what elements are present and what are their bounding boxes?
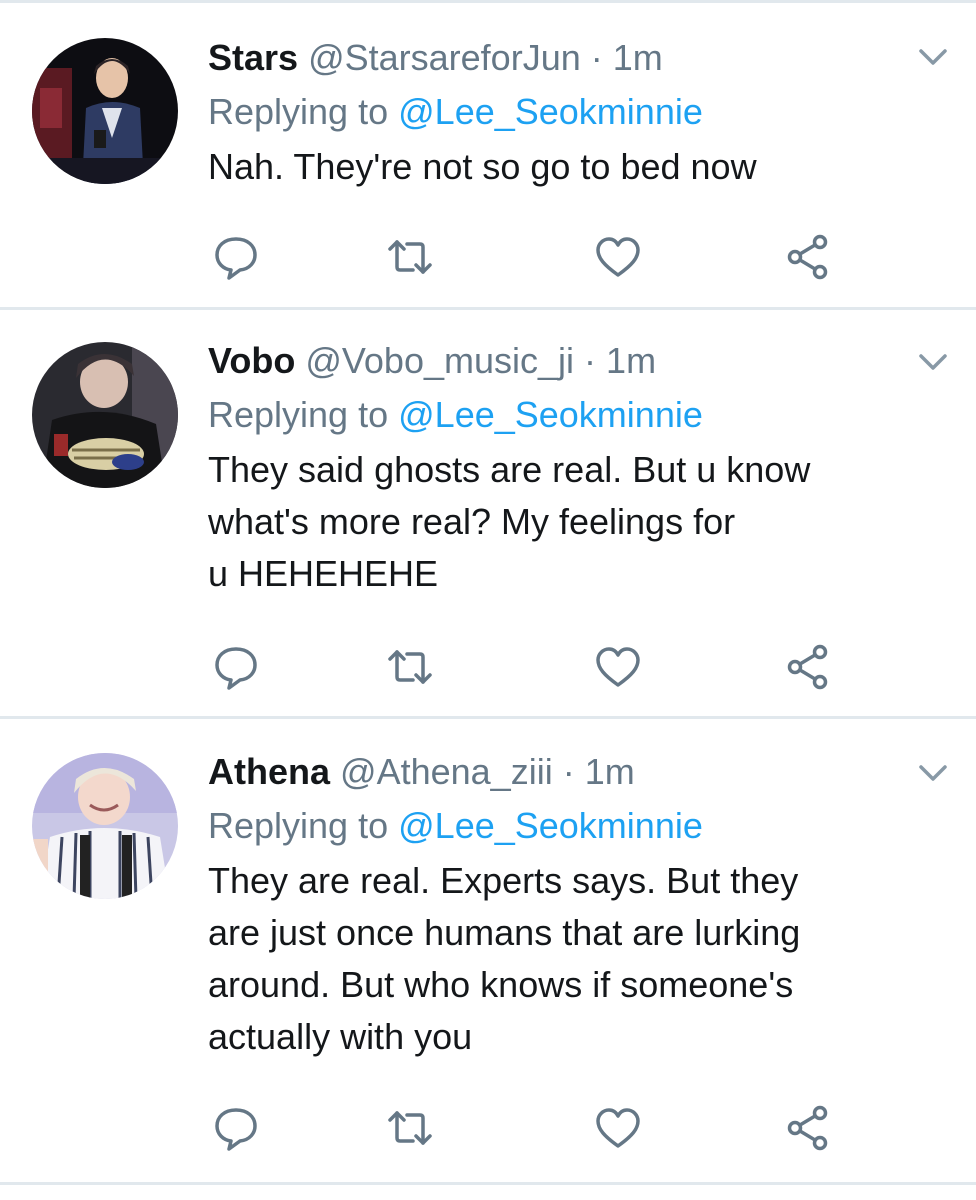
replying-prefix: Replying to xyxy=(208,805,389,846)
tweet-text-line: around. But who knows if someone's xyxy=(208,964,794,1005)
avatar[interactable] xyxy=(32,38,178,184)
tweet-text-line: They said ghosts are real. But u know xyxy=(208,449,811,490)
user-handle[interactable]: @Vobo_music_ji xyxy=(305,340,574,381)
timestamp[interactable]: 1m xyxy=(585,751,635,792)
separator: · xyxy=(584,340,597,381)
replying-prefix: Replying to xyxy=(208,394,389,435)
tweet-content: Athena @Athena_ziii · 1m Replying to @Le… xyxy=(208,745,916,1063)
heart-icon[interactable] xyxy=(594,1104,642,1152)
avatar[interactable] xyxy=(32,342,178,488)
separator: · xyxy=(562,751,575,792)
reply-icon[interactable] xyxy=(212,233,260,281)
retweet-icon[interactable] xyxy=(386,233,434,281)
replying-to: Replying to @Lee_Seokminnie xyxy=(208,799,916,853)
replying-to-link[interactable]: @Lee_Seokminnie xyxy=(398,805,703,846)
replying-to-link[interactable]: @Lee_Seokminnie xyxy=(398,91,703,132)
tweet-actions xyxy=(208,1104,848,1154)
tweet-text: Nah. They're not so go to bed now xyxy=(208,146,757,187)
reply-icon[interactable] xyxy=(212,643,260,691)
chevron-down-icon[interactable] xyxy=(918,763,948,783)
share-icon[interactable] xyxy=(784,643,832,691)
timestamp[interactable]: 1m xyxy=(613,37,663,78)
tweet-content: Stars @StarsareforJun · 1m Replying to @… xyxy=(208,31,916,193)
tweet-text-line: what's more real? My feelings for xyxy=(208,501,736,542)
retweet-icon[interactable] xyxy=(386,643,434,691)
tweet-card[interactable]: Athena @Athena_ziii · 1m Replying to @Le… xyxy=(0,719,976,1185)
display-name[interactable]: Vobo xyxy=(208,340,295,381)
tweet-text-line: actually with you xyxy=(208,1016,473,1057)
retweet-icon[interactable] xyxy=(386,1104,434,1152)
tweet-text-line: are just once humans that are lurking xyxy=(208,912,801,953)
user-handle[interactable]: @Athena_ziii xyxy=(340,751,553,792)
tweet-actions xyxy=(208,233,848,283)
tweet-header: Athena @Athena_ziii · 1m xyxy=(208,745,916,799)
replying-to: Replying to @Lee_Seokminnie xyxy=(208,85,916,139)
tweet-card[interactable]: Stars @StarsareforJun · 1m Replying to @… xyxy=(0,3,976,310)
share-icon[interactable] xyxy=(784,233,832,281)
tweet-actions xyxy=(208,643,848,693)
heart-icon[interactable] xyxy=(594,233,642,281)
replying-to: Replying to @Lee_Seokminnie xyxy=(208,388,916,442)
heart-icon[interactable] xyxy=(594,643,642,691)
tweet-text: They are real. Experts says. But they ar… xyxy=(208,855,916,1063)
tweet-header: Stars @StarsareforJun · 1m xyxy=(208,31,916,85)
tweet-text: They said ghosts are real. But u know wh… xyxy=(208,444,916,600)
reply-icon[interactable] xyxy=(212,1104,260,1152)
display-name[interactable]: Athena xyxy=(208,751,330,792)
tweet-content: Vobo @Vobo_music_ji · 1m Replying to @Le… xyxy=(208,334,916,600)
tweet-header: Vobo @Vobo_music_ji · 1m xyxy=(208,334,916,388)
chevron-down-icon[interactable] xyxy=(918,352,948,372)
tweet-text-line: They are real. Experts says. But they xyxy=(208,860,799,901)
separator: · xyxy=(590,37,603,78)
display-name[interactable]: Stars xyxy=(208,37,298,78)
replying-prefix: Replying to xyxy=(208,91,389,132)
timestamp[interactable]: 1m xyxy=(606,340,656,381)
chevron-down-icon[interactable] xyxy=(918,47,948,67)
avatar[interactable] xyxy=(32,753,178,899)
tweet-text-line: u HEHEHEHE xyxy=(208,553,439,594)
tweet-card[interactable]: Vobo @Vobo_music_ji · 1m Replying to @Le… xyxy=(0,310,976,719)
user-handle[interactable]: @StarsareforJun xyxy=(308,37,581,78)
share-icon[interactable] xyxy=(784,1104,832,1152)
replying-to-link[interactable]: @Lee_Seokminnie xyxy=(398,394,703,435)
